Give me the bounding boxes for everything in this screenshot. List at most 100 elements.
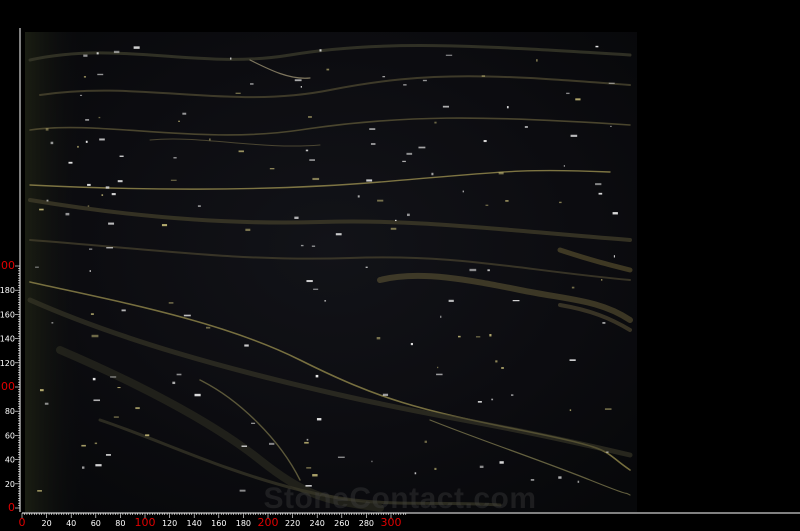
fleck [499,461,504,464]
slab-photo-viewer: StoneContact.com 0 20 40 60 80 100 120 140 160 18… [0,0,800,531]
fleck [311,245,316,247]
fleck [245,228,251,232]
fleck [602,322,606,324]
fleck [491,398,494,401]
fleck [113,50,120,54]
fleck [337,456,345,458]
x-tick-label: 200 [258,516,279,529]
marble-slab [25,32,637,512]
fleck [68,161,73,164]
fleck [481,75,486,77]
fleck [377,199,384,202]
fleck [469,268,477,272]
y-tick-label: 140 [0,335,15,344]
fleck [402,160,406,163]
x-tick-label: 280 [359,519,374,528]
y-tick-label: 100 [0,380,15,393]
x-ruler: 0 20 40 60 80 100 120 140 160 180 200 220 240 260 280 3… [19,512,800,529]
fleck [268,442,275,445]
fleck [424,440,427,443]
fleck [406,213,410,217]
y-tick-label: 180 [0,286,15,295]
fleck [81,466,85,469]
fleck [117,180,123,183]
fleck [306,438,309,441]
x-tick-label: 180 [236,519,251,528]
slab-surface [25,32,637,512]
fleck [365,266,368,268]
x-tick-label: 260 [334,519,349,528]
x-tick-label: 0 [19,516,26,529]
fleck [559,201,562,204]
fleck [44,402,49,405]
fleck [92,377,96,381]
fleck [312,177,320,181]
fleck [369,128,376,130]
fleck [76,145,79,148]
fleck [93,399,101,402]
x-tick-label: 120 [162,519,177,528]
fleck [197,205,201,207]
fleck [98,116,101,119]
fleck [105,454,111,456]
fleck [108,222,115,225]
fleck [598,192,603,195]
fleck [87,205,90,207]
fleck [595,45,599,48]
x-tick-label: 20 [42,519,52,528]
fleck [300,86,303,88]
x-tick-label: 220 [285,519,300,528]
fleck [113,416,119,418]
fleck [81,444,86,447]
fleck [510,394,514,397]
fleck [251,422,256,424]
fleck [495,360,498,363]
fleck [390,227,397,230]
fleck [501,367,504,369]
fleck [89,270,91,272]
fleck [183,314,191,317]
fleck [37,490,42,492]
y-tick-label: 160 [0,310,15,319]
fleck [85,119,90,121]
fleck [606,451,609,453]
fleck [498,171,504,175]
slab-canvas: StoneContact.com 0 20 40 60 80 100 120 140 160 18… [0,28,800,529]
fleck [512,300,520,302]
fleck [610,125,612,127]
fleck [239,489,246,492]
fleck [79,94,83,96]
slab-edge-tint [25,32,85,512]
fleck [506,106,509,109]
fleck [315,374,319,378]
fleck [96,52,99,55]
fleck [371,460,373,463]
fleck [50,141,54,145]
fleck [88,248,93,250]
fleck [244,344,249,347]
fleck [83,76,87,78]
fleck [445,54,453,56]
fleck [46,199,49,202]
fleck [575,98,581,101]
fleck [394,219,397,222]
fleck [406,152,413,155]
fleck [235,92,241,94]
fleck [300,244,304,247]
fleck [106,247,113,249]
fleck [319,49,322,52]
fleck [448,299,454,302]
fleck [608,82,615,84]
fleck [99,138,105,141]
fleck [176,373,182,376]
fleck [324,300,327,302]
fleck [601,279,603,281]
fleck [145,434,150,437]
fleck [194,393,201,397]
x-tick-label: 160 [211,519,226,528]
fleck [479,465,484,468]
fleck [111,193,116,196]
fleck [105,186,110,189]
fleck [437,366,439,369]
fleck [558,476,562,479]
